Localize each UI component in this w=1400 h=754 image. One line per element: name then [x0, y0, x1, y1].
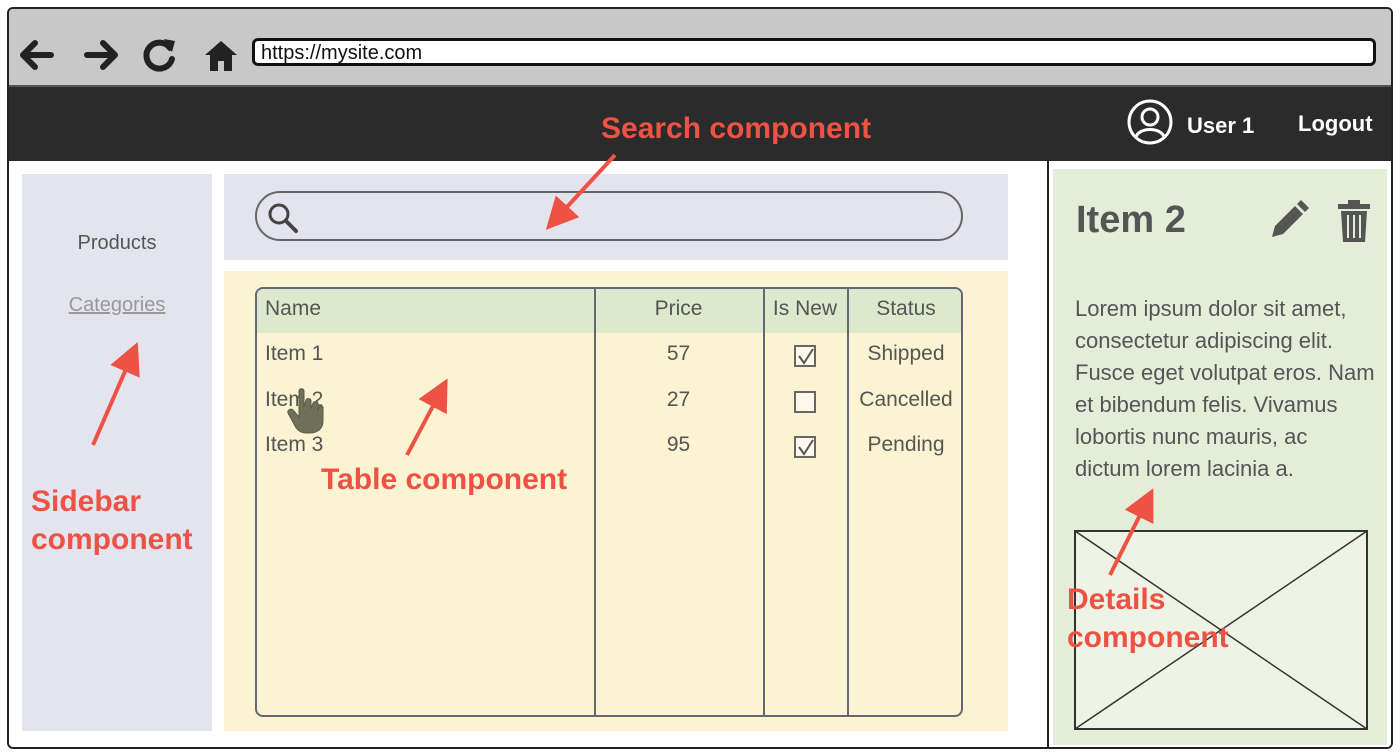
- annotation-search: Search component: [601, 112, 872, 145]
- annotation-details-line1: Details: [1067, 583, 1166, 616]
- browser-window: https://mysite.com User 1 Logout Product…: [7, 7, 1393, 749]
- annotation-sidebar-line1: Sidebar: [31, 485, 142, 518]
- annotation-sidebar-line2: component: [31, 523, 193, 556]
- annotation-details-line2: component: [1067, 621, 1229, 654]
- annotation-table: Table component: [321, 463, 568, 496]
